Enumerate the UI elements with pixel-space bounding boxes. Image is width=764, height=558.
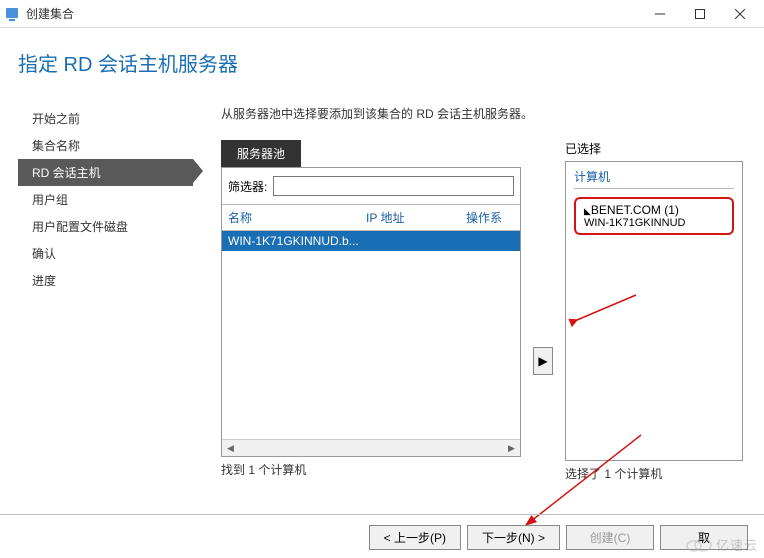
pool-footer: 找到 1 个计算机 — [221, 461, 521, 478]
selected-domain[interactable]: BENET.COM (1) — [584, 203, 724, 217]
selected-box: 计算机 BENET.COM (1) WIN-1K71GKINNUD — [565, 161, 743, 461]
selected-footer: 选择了 1 个计算机 — [565, 465, 743, 482]
tab-server-pool[interactable]: 服务器池 — [221, 140, 301, 167]
server-pool-box: 筛选器: 名称 IP 地址 操作系 WIN-1K71GKINNUD.b... — [221, 167, 521, 457]
titlebar: 创建集合 — [0, 0, 764, 28]
col-name[interactable]: 名称 — [222, 205, 360, 230]
step-collection-name[interactable]: 集合名称 — [18, 132, 193, 159]
window-title: 创建集合 — [26, 5, 640, 22]
step-before-begin[interactable]: 开始之前 — [18, 105, 193, 132]
close-button[interactable] — [720, 0, 760, 28]
step-user-groups[interactable]: 用户组 — [18, 186, 193, 213]
h-scrollbar[interactable]: ◀ ▶ — [222, 439, 520, 456]
filter-label: 筛选器: — [228, 178, 267, 195]
page-title: 指定 RD 会话主机服务器 — [18, 48, 746, 77]
filter-input[interactable] — [273, 176, 514, 196]
watermark-icon — [686, 536, 712, 554]
pool-row[interactable]: WIN-1K71GKINNUD.b... — [222, 231, 520, 251]
prev-button[interactable]: < 上一步(P) — [369, 525, 461, 550]
create-button: 创建(C) — [566, 525, 654, 550]
step-user-profile-disk[interactable]: 用户配置文件磁盘 — [18, 213, 193, 240]
step-progress[interactable]: 进度 — [18, 267, 193, 294]
maximize-button[interactable] — [680, 0, 720, 28]
pool-header: 名称 IP 地址 操作系 — [222, 204, 520, 231]
scroll-left-icon[interactable]: ◀ — [222, 440, 239, 457]
move-right-button[interactable]: ▶ — [533, 347, 553, 375]
instruction-text: 从服务器池中选择要添加到该集合的 RD 会话主机服务器。 — [221, 105, 746, 122]
app-icon — [4, 6, 20, 22]
pool-row-name: WIN-1K71GKINNUD.b... — [228, 234, 359, 248]
watermark: 亿速云 — [686, 535, 758, 554]
minimize-button[interactable] — [640, 0, 680, 28]
col-os[interactable]: 操作系 — [460, 205, 520, 230]
next-button[interactable]: 下一步(N) > — [467, 525, 560, 550]
watermark-text: 亿速云 — [716, 535, 758, 554]
selected-header[interactable]: 计算机 — [574, 168, 734, 189]
wizard-footer: < 上一步(P) 下一步(N) > 创建(C) 取 — [0, 514, 764, 550]
scroll-right-icon[interactable]: ▶ — [503, 440, 520, 457]
col-ip[interactable]: IP 地址 — [360, 205, 460, 230]
step-confirm[interactable]: 确认 — [18, 240, 193, 267]
selected-host[interactable]: WIN-1K71GKINNUD — [584, 217, 724, 229]
pool-list[interactable]: WIN-1K71GKINNUD.b... — [222, 231, 520, 439]
selected-label: 已选择 — [565, 140, 743, 157]
selected-highlight: BENET.COM (1) WIN-1K71GKINNUD — [574, 197, 734, 235]
step-rd-session-host[interactable]: RD 会话主机 — [18, 159, 193, 186]
wizard-steps: 开始之前 集合名称 RD 会话主机 用户组 用户配置文件磁盘 确认 进度 — [18, 105, 193, 482]
chevron-right-icon: ▶ — [538, 354, 547, 368]
